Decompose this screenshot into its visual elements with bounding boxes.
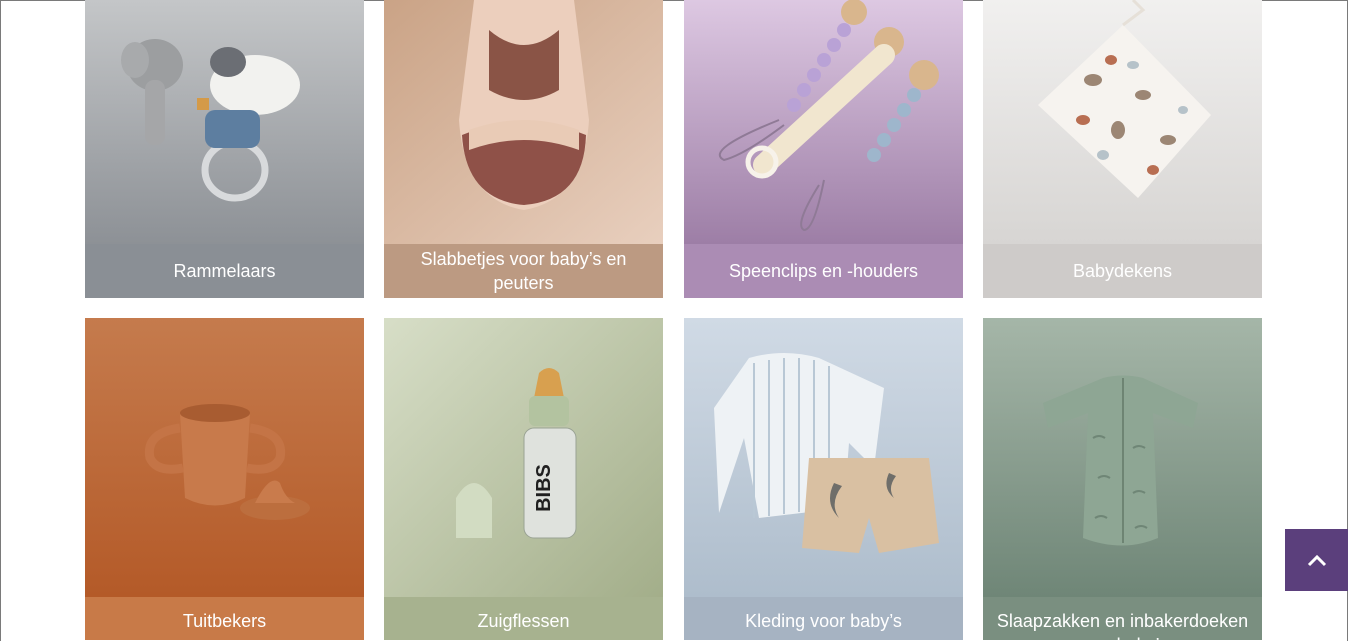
category-caption: Kleding voor baby’s xyxy=(684,597,963,640)
category-card-zuigflessen[interactable]: BIBS Zuigflessen xyxy=(384,318,663,640)
category-caption: Tuitbekers xyxy=(85,597,364,640)
baby-clothing-icon xyxy=(684,318,963,597)
category-caption: Slaapzakken en inbakerdoeken voor baby’s xyxy=(983,597,1262,640)
category-grid: Rammelaars Slabbetjes voor baby’s en peu… xyxy=(85,0,1263,640)
category-caption: Babydekens xyxy=(983,244,1262,298)
bib-icon xyxy=(384,0,663,244)
sippy-cup-icon xyxy=(85,318,364,597)
rattle-icon xyxy=(85,0,364,244)
chevron-up-icon xyxy=(1307,553,1327,567)
baby-bottle-icon: BIBS xyxy=(384,318,663,597)
category-card-slaapzakken[interactable]: Slaapzakken en inbakerdoeken voor baby’s xyxy=(983,318,1262,640)
back-to-top-button[interactable] xyxy=(1285,529,1348,591)
category-card-speenclips[interactable]: Speenclips en -houders xyxy=(684,0,963,298)
category-card-kleding[interactable]: Kleding voor baby’s xyxy=(684,318,963,640)
category-caption: Zuigflessen xyxy=(384,597,663,640)
category-card-tuitbekers[interactable]: Tuitbekers xyxy=(85,318,364,640)
category-caption: Slabbetjes voor baby’s en peuters xyxy=(384,244,663,298)
svg-text:BIBS: BIBS xyxy=(533,464,555,512)
blanket-icon xyxy=(983,0,1262,244)
sleeping-bag-icon xyxy=(983,318,1262,597)
category-caption: Speenclips en -houders xyxy=(684,244,963,298)
category-card-rammelaars[interactable]: Rammelaars xyxy=(85,0,364,298)
pacifier-clip-icon xyxy=(684,0,963,244)
category-card-babydekens[interactable]: Babydekens xyxy=(983,0,1262,298)
category-card-slabbetjes[interactable]: Slabbetjes voor baby’s en peuters xyxy=(384,0,663,298)
category-caption: Rammelaars xyxy=(85,244,364,298)
